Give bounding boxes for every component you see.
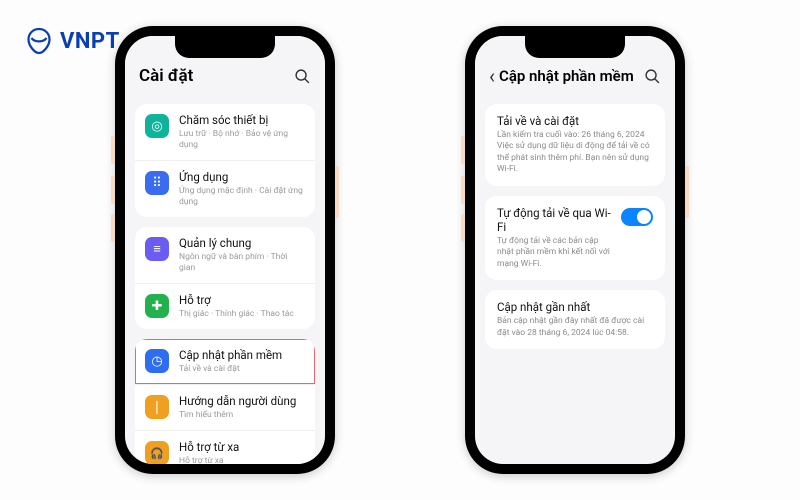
remote-support-icon: 🎧 (145, 441, 169, 464)
row-accessibility[interactable]: ✚ Hỗ trợ Thị giác · Thính giác · Thao tá… (135, 283, 315, 329)
search-icon[interactable] (294, 68, 311, 85)
row-title: Hướng dẫn người dùng (179, 394, 305, 409)
row-sub: Tải về và cài đặt (179, 364, 305, 375)
settings-list: ◎ Chăm sóc thiết bị Lưu trữ · Bộ nhớ · B… (125, 104, 325, 464)
row-sub: Lưu trữ · Bộ nhớ · Bảo vệ ứng dụng (179, 129, 305, 151)
row-title: Cập nhật phần mềm (179, 348, 305, 363)
apps-icon: ⠿ (145, 171, 169, 195)
phone-mockups: Cài đặt ◎ Chăm sóc thiết bị Lưu trữ · Bộ… (0, 26, 800, 474)
back-icon[interactable]: ‹ (489, 66, 495, 86)
row-device-care[interactable]: ◎ Chăm sóc thiết bị Lưu trữ · Bộ nhớ · B… (135, 104, 315, 160)
notch (525, 36, 625, 58)
phone-right: ‹ Cập nhật phần mềm Tải về và cài đặt Lầ… (465, 26, 685, 474)
screen-left: Cài đặt ◎ Chăm sóc thiết bị Lưu trữ · Bộ… (125, 36, 325, 464)
device-care-icon: ◎ (145, 114, 169, 138)
row-general[interactable]: ≡ Quản lý chung Ngôn ngữ và bàn phím · T… (135, 227, 315, 283)
update-content: Tải về và cài đặt Lần kiểm tra cuối vào:… (475, 104, 675, 359)
search-icon[interactable] (644, 68, 661, 85)
row-user-manual[interactable]: ❘ Hướng dẫn người dùng Tìm hiểu thêm (135, 384, 315, 430)
row-sub: Ngôn ngữ và bàn phím · Thời gian (179, 252, 305, 274)
row-title: Chăm sóc thiết bị (179, 113, 305, 128)
general-icon: ≡ (145, 237, 169, 261)
accessibility-icon: ✚ (145, 294, 169, 318)
row-remote-support[interactable]: 🎧 Hỗ trợ từ xa Hỗ trợ từ xa (135, 430, 315, 464)
settings-group-3: ◷ Cập nhật phần mềm Tải về và cài đặt ❘ … (135, 339, 315, 464)
section-download-install[interactable]: Tải về và cài đặt Lần kiểm tra cuối vào:… (485, 104, 665, 186)
section-sub: Tự động tải về các bản cập nhật phần mềm… (497, 236, 613, 270)
settings-group-2: ≡ Quản lý chung Ngôn ngữ và bàn phím · T… (135, 227, 315, 329)
auto-wifi-toggle[interactable] (621, 208, 653, 226)
section-sub: Lần kiểm tra cuối vào: 26 tháng 6, 2024 … (497, 130, 653, 176)
row-sub: Thị giác · Thính giác · Thao tác (179, 309, 305, 320)
phone-left: Cài đặt ◎ Chăm sóc thiết bị Lưu trữ · Bộ… (115, 26, 335, 474)
page-title: Cập nhật phần mềm (499, 67, 634, 85)
row-apps[interactable]: ⠿ Ứng dụng Ứng dụng mặc định · Cài đặt ứ… (135, 160, 315, 217)
section-auto-wifi: Tự động tải về qua Wi-Fi Tự động tải về … (485, 196, 665, 280)
user-manual-icon: ❘ (145, 395, 169, 419)
section-sub: Bản cập nhật gần đây nhất đã được cài đặ… (497, 316, 653, 339)
section-title: Cập nhật gần nhất (497, 300, 653, 314)
row-sub: Hỗ trợ từ xa (179, 456, 305, 464)
section-title: Tự động tải về qua Wi-Fi (497, 206, 613, 234)
software-update-icon: ◷ (145, 349, 169, 373)
row-title: Quản lý chung (179, 236, 305, 251)
settings-group-1: ◎ Chăm sóc thiết bị Lưu trữ · Bộ nhớ · B… (135, 104, 315, 217)
screen-right: ‹ Cập nhật phần mềm Tải về và cài đặt Lầ… (475, 36, 675, 464)
section-last-update[interactable]: Cập nhật gần nhất Bản cập nhật gần đây n… (485, 290, 665, 349)
notch (175, 36, 275, 58)
row-title: Ứng dụng (179, 170, 305, 185)
section-title: Tải về và cài đặt (497, 114, 653, 128)
row-sub: Tìm hiểu thêm (179, 410, 305, 421)
row-title: Hỗ trợ (179, 293, 305, 308)
page-title: Cài đặt (139, 66, 193, 86)
row-sub: Ứng dụng mặc định · Cài đặt ứng dụng (179, 186, 305, 208)
row-title: Hỗ trợ từ xa (179, 440, 305, 455)
row-software-update[interactable]: ◷ Cập nhật phần mềm Tải về và cài đặt (135, 339, 315, 384)
